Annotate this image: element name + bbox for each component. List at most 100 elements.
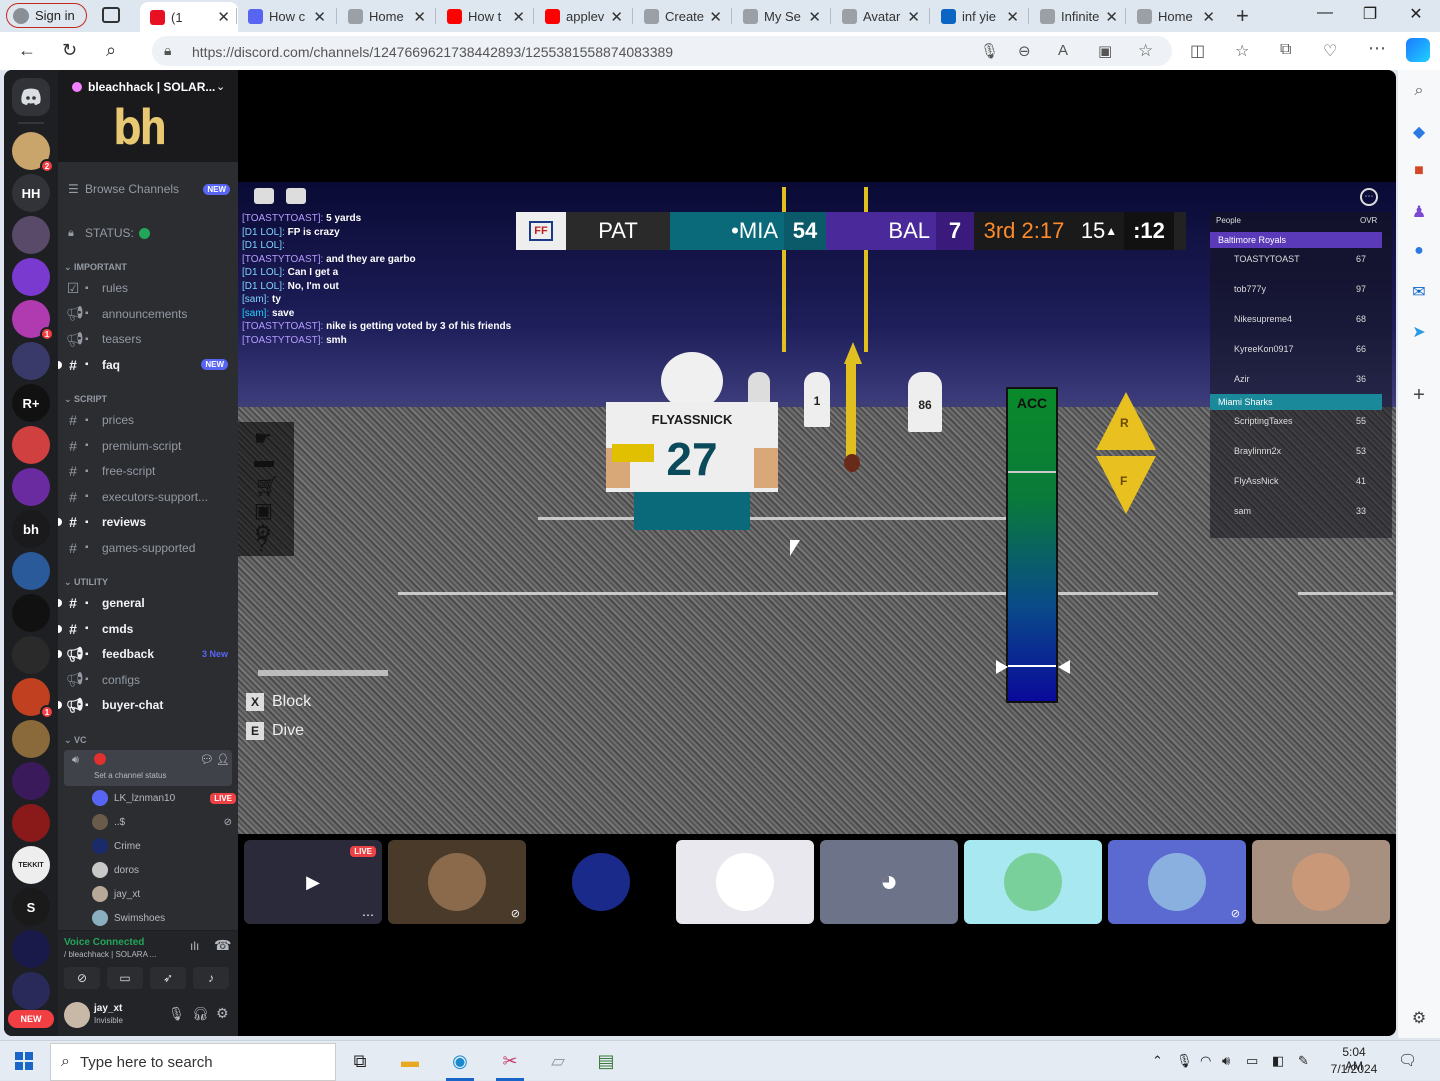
add-icon[interactable]: + xyxy=(1409,384,1429,406)
server-icon[interactable] xyxy=(12,258,50,296)
channel-reviews[interactable]: # ▪ reviews xyxy=(58,511,232,533)
user-settings-icon[interactable]: ⚙ xyxy=(216,1005,229,1022)
sign-in-button[interactable]: Sign in xyxy=(6,3,87,28)
server-icon[interactable] xyxy=(12,762,50,800)
telegram-icon[interactable]: ➤ xyxy=(1409,322,1429,342)
url-field[interactable]: 🔒︎ https://discord.com/channels/12476696… xyxy=(152,36,1172,66)
server-icon[interactable]: R+ xyxy=(12,384,50,422)
tab-close-icon[interactable]: ✕ xyxy=(610,8,623,26)
search-icon[interactable]: ⌕ xyxy=(1409,82,1429,102)
browser-tab[interactable]: My Se ✕ xyxy=(733,2,829,30)
server-icon[interactable] xyxy=(12,972,50,1010)
notepad-icon[interactable]: ▤ xyxy=(594,1049,618,1073)
channel-announcements[interactable]: 📢︎ ▪ announcements xyxy=(66,303,232,325)
server-icon[interactable] xyxy=(12,594,50,632)
tab-actions-icon[interactable] xyxy=(102,7,120,23)
server-icon[interactable] xyxy=(12,216,50,254)
screen-share-button[interactable]: ▭ xyxy=(107,967,143,989)
task-view-icon[interactable]: ⧉ xyxy=(348,1049,372,1073)
browser-tab[interactable]: Avatar ✕ xyxy=(832,2,928,30)
channel-premium-script[interactable]: # ▪ premium-script xyxy=(66,435,232,457)
settings-icon[interactable]: ⚙ xyxy=(1409,1008,1429,1028)
soundboard-button[interactable]: ♪ xyxy=(193,967,229,989)
browser-tab[interactable]: applev ✕ xyxy=(535,2,631,30)
browser-tab[interactable]: Create ✕ xyxy=(634,2,730,30)
collections-icon[interactable]: ⧉ xyxy=(1280,41,1291,59)
zoom-icon[interactable]: ⊖ xyxy=(1018,42,1031,60)
camera-button[interactable]: ⊘ xyxy=(64,967,100,989)
user-tile[interactable] xyxy=(1252,840,1390,924)
server-icon[interactable]: HH xyxy=(12,174,50,212)
microphone-icon[interactable]: 🎙︎ xyxy=(168,1006,185,1022)
server-icon[interactable] xyxy=(12,636,50,674)
user-name[interactable]: jay_xt xyxy=(94,1003,122,1014)
help-icon[interactable]: ? xyxy=(256,534,267,557)
chat-bubble-icon[interactable]: 💬︎ xyxy=(200,753,214,766)
server-icon[interactable] xyxy=(12,468,50,506)
category-utility[interactable]: ⌄ UTILITY xyxy=(64,577,108,588)
new-badge[interactable]: NEW xyxy=(8,1010,54,1028)
stream-tile[interactable]: ▶ LIVE ⋯ xyxy=(244,840,382,924)
channel-status-hint[interactable]: Set a channel status xyxy=(94,771,167,780)
voice-user[interactable]: Crime xyxy=(92,836,232,856)
refresh-icon[interactable]: ↻ xyxy=(62,40,77,61)
direct-messages-button[interactable] xyxy=(12,78,50,116)
channel-free-script[interactable]: # ▪ free-script xyxy=(66,460,232,482)
browse-channels-button[interactable]: ☰ Browse Channels NEW xyxy=(68,178,234,200)
search-icon[interactable]: ⌕ xyxy=(106,40,116,61)
immersive-reader-icon[interactable]: ▣ xyxy=(1098,42,1112,60)
server-icon[interactable]: 1 xyxy=(12,678,54,719)
browser-tab[interactable]: How c ✕ xyxy=(238,2,334,30)
minimize-button[interactable]: — xyxy=(1305,4,1345,22)
browser-tab[interactable]: inf yie ✕ xyxy=(931,2,1027,30)
channel-configs[interactable]: 📢︎ ▪ configs xyxy=(66,669,232,691)
channel-cmds[interactable]: # ▪ cmds xyxy=(58,618,232,640)
server-icon[interactable]: bh xyxy=(12,510,50,548)
user-tile[interactable] xyxy=(532,840,670,924)
server-icon[interactable] xyxy=(12,720,50,758)
channel-prices[interactable]: # ▪ prices xyxy=(66,409,232,431)
voice-user[interactable]: jay_xt xyxy=(92,884,232,904)
tab-close-icon[interactable]: ✕ xyxy=(709,8,722,26)
favorite-star-icon[interactable]: ☆ xyxy=(1138,41,1153,61)
cart-icon[interactable]: 🛒︎ xyxy=(254,474,279,499)
server-icon[interactable]: 1 xyxy=(12,300,54,341)
user-tile[interactable]: ⊘ xyxy=(1108,840,1246,924)
more-options-icon[interactable]: ⋯ xyxy=(1360,188,1378,206)
channel-feedback[interactable]: 📢︎ ▪ feedback 3 New xyxy=(58,643,232,665)
player-row[interactable]: FlyAssNick 41 xyxy=(1210,472,1392,490)
shopping-tag-icon[interactable]: ◆ xyxy=(1409,122,1429,142)
more-icon[interactable]: ⋯ xyxy=(362,908,374,922)
volume-icon[interactable]: 🔊︎ xyxy=(1222,1053,1230,1069)
tab-close-icon[interactable]: ✕ xyxy=(1202,8,1215,26)
server-icon[interactable]: 2 xyxy=(12,132,54,173)
back-icon[interactable]: ← xyxy=(18,40,36,61)
close-window-button[interactable]: ✕ xyxy=(1396,4,1436,24)
start-button[interactable] xyxy=(12,1049,36,1073)
chevron-down-icon[interactable]: ⌄ xyxy=(216,80,225,93)
user-tile[interactable] xyxy=(964,840,1102,924)
channel-executors-support[interactable]: # ▪ executors-support... xyxy=(66,486,232,508)
outlook-icon[interactable]: ✉ xyxy=(1409,282,1429,302)
noise-suppression-icon[interactable]: ılı xyxy=(190,939,199,953)
restore-button[interactable]: ❐ xyxy=(1350,4,1390,24)
browser-tab[interactable]: (1 ✕ xyxy=(140,2,238,32)
new-tab-button[interactable]: + xyxy=(1236,3,1249,29)
app-icon[interactable]: ▱ xyxy=(546,1049,570,1073)
player-row[interactable]: sam 33 xyxy=(1210,502,1392,520)
server-icon[interactable] xyxy=(12,930,50,968)
battery-icon[interactable]: ▭ xyxy=(1246,1053,1258,1069)
user-avatar[interactable] xyxy=(64,1002,90,1028)
copilot-icon[interactable] xyxy=(1406,38,1430,62)
disconnect-icon[interactable]: ☎ xyxy=(214,937,231,954)
tab-close-icon[interactable]: ✕ xyxy=(217,8,230,26)
tab-close-icon[interactable]: ✕ xyxy=(907,8,920,26)
browser-essentials-icon[interactable]: ♡ xyxy=(1323,41,1337,61)
network-icon[interactable]: ◠ xyxy=(1200,1053,1211,1069)
voice-user[interactable]: Swimshoes xyxy=(92,908,232,928)
display-icon[interactable]: ◧ xyxy=(1272,1053,1284,1069)
favorites-icon[interactable]: ☆ xyxy=(1235,41,1249,61)
pen-icon[interactable]: ✎ xyxy=(1298,1053,1309,1069)
tab-close-icon[interactable]: ✕ xyxy=(512,8,525,26)
player-row[interactable]: KyreeKon0917 66 xyxy=(1210,340,1392,358)
